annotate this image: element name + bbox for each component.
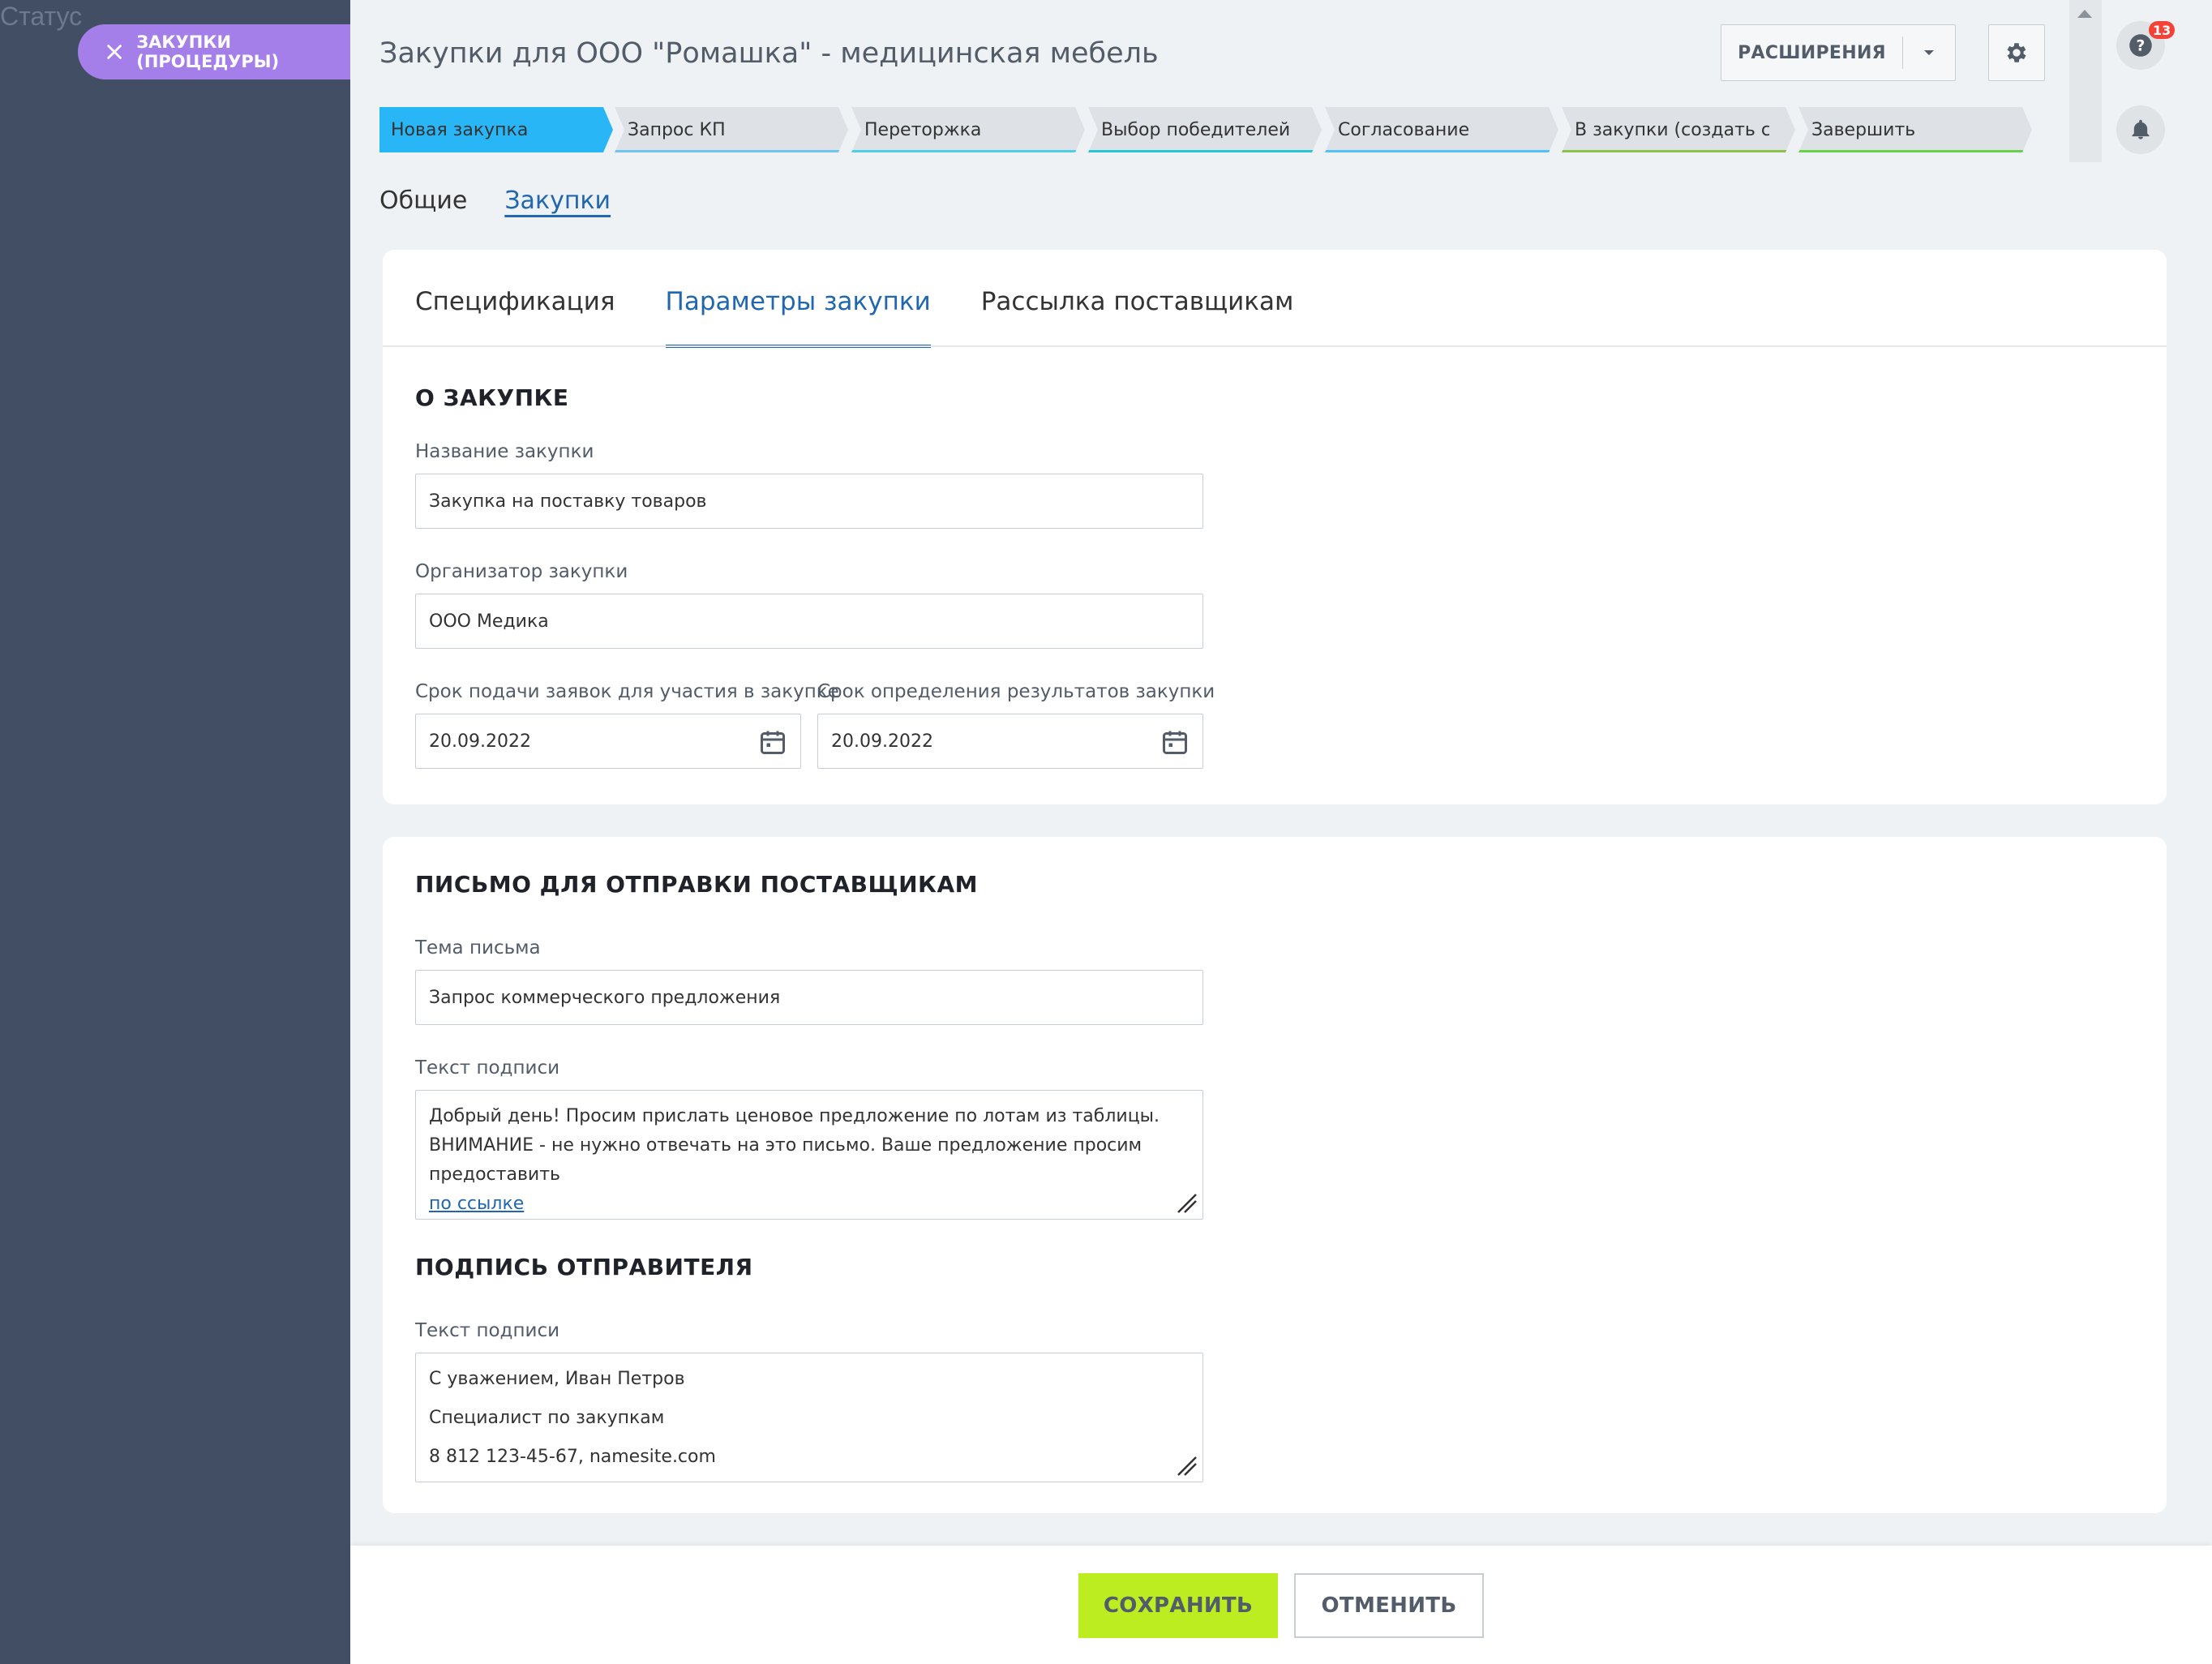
chevron-down-icon[interactable] (1903, 49, 1955, 57)
stage-label: Новая закупка (391, 120, 529, 140)
signature-label: Текст подписи (415, 1320, 560, 1341)
stage-to-purchases[interactable]: В закупки (создать сде... (1562, 107, 1795, 152)
scroll-up-arrow-icon[interactable] (2077, 10, 2092, 18)
stage-color-line (851, 150, 1077, 152)
close-icon (107, 45, 122, 59)
signature-line: Специалист по закупкам (429, 1408, 665, 1428)
svg-text:?: ? (2137, 37, 2146, 54)
sub-tabs: Спецификация Параметры закупки Рассылка … (415, 250, 1294, 348)
stage-new-purchase[interactable]: Новая закупка (379, 107, 613, 152)
letter-body-line: Добрый день! Просим прислать ценовое пре… (429, 1106, 1160, 1126)
stage-label: Запрос КП (628, 120, 726, 140)
scrollbar[interactable] (2069, 0, 2102, 162)
notification-count-badge: 13 (2149, 21, 2176, 39)
save-button[interactable]: СОХРАНИТЬ (1078, 1573, 1278, 1638)
tab-purchase-parameters[interactable]: Параметры закупки (665, 250, 931, 348)
letter-subject-label: Тема письма (415, 937, 541, 959)
resize-handle-icon[interactable] (1175, 1191, 1198, 1214)
cancel-button[interactable]: ОТМЕНИТЬ (1294, 1573, 1484, 1638)
stage-request-kp[interactable]: Запрос КП (615, 107, 848, 152)
tab-purchases[interactable]: Закупки (504, 187, 611, 215)
deadline-label: Срок подачи заявок для участия в закупке (415, 681, 839, 702)
resize-handle-icon[interactable] (1175, 1454, 1198, 1477)
settings-button[interactable] (1988, 24, 2045, 81)
tab-supplier-mailing[interactable]: Рассылка поставщикам (981, 250, 1294, 347)
letter-body-link[interactable]: по ссылке (429, 1194, 524, 1214)
stage-color-line (1088, 150, 1314, 152)
organizer-input[interactable]: ООО Медика (415, 594, 1203, 649)
bottom-action-bar: СОХРАНИТЬ ОТМЕНИТЬ (350, 1546, 2212, 1664)
letter-body-textarea[interactable]: Добрый день! Просим прислать ценовое пре… (415, 1090, 1203, 1220)
stage-rebid[interactable]: Переторжка (851, 107, 1085, 152)
letter-body-label: Текст подписи (415, 1057, 560, 1079)
stage-winner-selection[interactable]: Выбор победителей (1088, 107, 1322, 152)
tab-general[interactable]: Общие (379, 187, 467, 215)
signature-line: 8 812 123-45-67, namesite.com (429, 1447, 716, 1467)
stage-color-line (1798, 150, 2024, 152)
tabs-divider (383, 345, 2167, 347)
extensions-button[interactable]: РАСШИРЕНИЯ (1721, 24, 1956, 81)
stage-color-line (1325, 150, 1550, 152)
results-date-value: 20.09.2022 (831, 731, 933, 752)
procurement-slider: Закупки для ООО "Ромашка" - медицинская … (350, 0, 2212, 1664)
close-slider-button[interactable]: ЗАКУПКИ (ПРОЦЕДУРЫ) (78, 24, 362, 79)
status-label: Статус (0, 2, 83, 31)
notifications-button[interactable] (2116, 105, 2165, 154)
signature-textarea[interactable]: С уважением, Иван Петров Специалист по з… (415, 1353, 1203, 1482)
stage-label: Завершить (1811, 120, 1916, 140)
close-slider-label: ЗАКУПКИ (ПРОЦЕДУРЫ) (136, 32, 280, 71)
stage-label: Выбор победителей (1101, 120, 1291, 140)
purchase-name-label: Название закупки (415, 441, 594, 462)
extensions-label: РАСШИРЕНИЯ (1738, 42, 1886, 63)
stage-color-line (615, 150, 840, 152)
results-date-input[interactable]: 20.09.2022 (817, 714, 1203, 769)
section-title-letter: ПИСЬМО ДЛЯ ОТПРАВКИ ПОСТАВЩИКАМ (415, 871, 978, 898)
bell-icon (2132, 119, 2150, 139)
top-tabs: Общие Закупки (379, 187, 611, 215)
calendar-icon[interactable] (1160, 727, 1190, 757)
stage-label: В закупки (создать сде... (1575, 120, 1769, 140)
stage-label: Согласование (1338, 120, 1470, 140)
calendar-icon[interactable] (758, 727, 787, 757)
deadline-date-input[interactable]: 20.09.2022 (415, 714, 801, 769)
gear-icon (2007, 43, 2026, 62)
stage-color-line (1562, 150, 1787, 152)
question-icon: ? (2129, 34, 2152, 57)
purchase-name-input[interactable]: Закупка на поставку товаров (415, 474, 1203, 529)
stage-bar: Новая закупка Запрос КП Переторжка Выбор… (379, 107, 2042, 152)
left-overlay-panel (0, 0, 350, 1664)
organizer-label: Организатор закупки (415, 561, 628, 582)
page-title: Закупки для ООО "Ромашка" - медицинская … (379, 37, 1159, 70)
deadline-date-value: 20.09.2022 (429, 731, 531, 752)
results-date-label: Срок определения результатов закупки (817, 681, 1215, 702)
signature-line: С уважением, Иван Петров (429, 1369, 685, 1389)
stage-finish[interactable]: Завершить (1798, 107, 2032, 152)
letter-body-line: ВНИМАНИЕ - не нужно отвечать на это пись… (429, 1135, 1142, 1185)
tab-specification[interactable]: Спецификация (415, 250, 615, 347)
about-purchase-card: Спецификация Параметры закупки Рассылка … (383, 250, 2167, 804)
section-title-signature: ПОДПИСЬ ОТПРАВИТЕЛЯ (415, 1254, 753, 1280)
section-title-about: О ЗАКУПКЕ (415, 384, 569, 411)
supplier-letter-card: ПИСЬМО ДЛЯ ОТПРАВКИ ПОСТАВЩИКАМ Тема пис… (383, 837, 2167, 1513)
stage-label: Переторжка (864, 120, 982, 140)
letter-subject-input[interactable]: Запрос коммерческого предложения (415, 970, 1203, 1025)
stage-approval[interactable]: Согласование (1325, 107, 1558, 152)
